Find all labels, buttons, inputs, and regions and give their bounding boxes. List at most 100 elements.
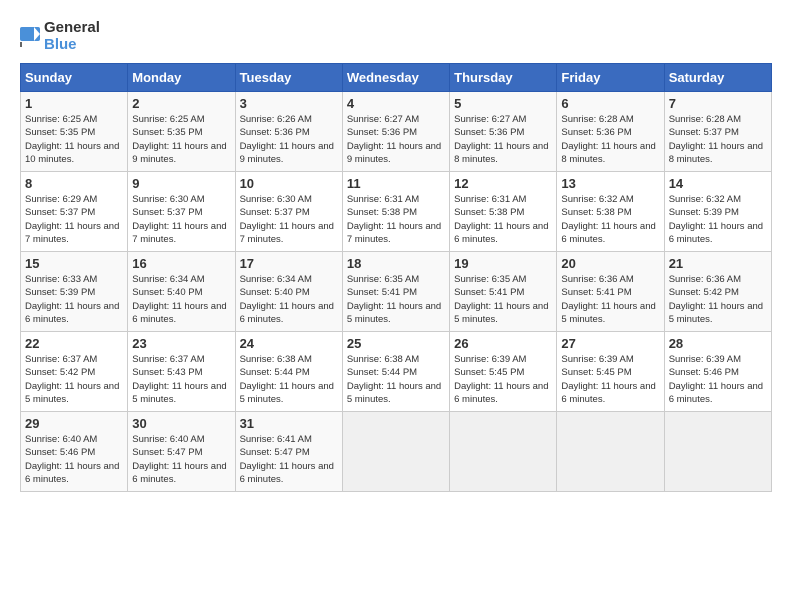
day-info: Sunrise: 6:38 AM Sunset: 5:44 PM Dayligh… — [240, 353, 338, 406]
day-number: 19 — [454, 256, 552, 271]
day-info: Sunrise: 6:35 AM Sunset: 5:41 PM Dayligh… — [454, 273, 552, 326]
weekday-header-row: SundayMondayTuesdayWednesdayThursdayFrid… — [21, 64, 772, 92]
calendar-cell: 2 Sunrise: 6:25 AM Sunset: 5:35 PM Dayli… — [128, 92, 235, 172]
day-info: Sunrise: 6:39 AM Sunset: 5:46 PM Dayligh… — [669, 353, 767, 406]
day-number: 10 — [240, 176, 338, 191]
day-info: Sunrise: 6:37 AM Sunset: 5:43 PM Dayligh… — [132, 353, 230, 406]
calendar-cell: 29 Sunrise: 6:40 AM Sunset: 5:46 PM Dayl… — [21, 412, 128, 492]
day-number: 14 — [669, 176, 767, 191]
calendar-cell: 19 Sunrise: 6:35 AM Sunset: 5:41 PM Dayl… — [450, 252, 557, 332]
calendar-week-row: 1 Sunrise: 6:25 AM Sunset: 5:35 PM Dayli… — [21, 92, 772, 172]
day-number: 27 — [561, 336, 659, 351]
day-number: 13 — [561, 176, 659, 191]
calendar-cell: 11 Sunrise: 6:31 AM Sunset: 5:38 PM Dayl… — [342, 172, 449, 252]
day-info: Sunrise: 6:31 AM Sunset: 5:38 PM Dayligh… — [454, 193, 552, 246]
calendar-cell: 3 Sunrise: 6:26 AM Sunset: 5:36 PM Dayli… — [235, 92, 342, 172]
calendar-table: SundayMondayTuesdayWednesdayThursdayFrid… — [20, 63, 772, 492]
weekday-header: Sunday — [21, 64, 128, 92]
weekday-header: Thursday — [450, 64, 557, 92]
day-info: Sunrise: 6:33 AM Sunset: 5:39 PM Dayligh… — [25, 273, 123, 326]
calendar-cell: 26 Sunrise: 6:39 AM Sunset: 5:45 PM Dayl… — [450, 332, 557, 412]
calendar-cell: 28 Sunrise: 6:39 AM Sunset: 5:46 PM Dayl… — [664, 332, 771, 412]
day-info: Sunrise: 6:40 AM Sunset: 5:46 PM Dayligh… — [25, 433, 123, 486]
day-info: Sunrise: 6:34 AM Sunset: 5:40 PM Dayligh… — [132, 273, 230, 326]
day-number: 11 — [347, 176, 445, 191]
logo-text: GeneralBlue — [44, 20, 100, 53]
calendar-cell: 15 Sunrise: 6:33 AM Sunset: 5:39 PM Dayl… — [21, 252, 128, 332]
calendar-cell: 22 Sunrise: 6:37 AM Sunset: 5:42 PM Dayl… — [21, 332, 128, 412]
weekday-header: Tuesday — [235, 64, 342, 92]
day-number: 1 — [25, 96, 123, 111]
day-number: 30 — [132, 416, 230, 431]
day-number: 5 — [454, 96, 552, 111]
day-number: 21 — [669, 256, 767, 271]
day-info: Sunrise: 6:28 AM Sunset: 5:37 PM Dayligh… — [669, 113, 767, 166]
weekday-header: Friday — [557, 64, 664, 92]
calendar-cell: 8 Sunrise: 6:29 AM Sunset: 5:37 PM Dayli… — [21, 172, 128, 252]
calendar-cell — [342, 412, 449, 492]
day-number: 25 — [347, 336, 445, 351]
day-number: 17 — [240, 256, 338, 271]
calendar-cell: 21 Sunrise: 6:36 AM Sunset: 5:42 PM Dayl… — [664, 252, 771, 332]
day-number: 12 — [454, 176, 552, 191]
calendar-cell — [557, 412, 664, 492]
day-info: Sunrise: 6:30 AM Sunset: 5:37 PM Dayligh… — [132, 193, 230, 246]
day-number: 6 — [561, 96, 659, 111]
calendar-cell: 4 Sunrise: 6:27 AM Sunset: 5:36 PM Dayli… — [342, 92, 449, 172]
day-number: 18 — [347, 256, 445, 271]
day-info: Sunrise: 6:27 AM Sunset: 5:36 PM Dayligh… — [454, 113, 552, 166]
day-info: Sunrise: 6:36 AM Sunset: 5:42 PM Dayligh… — [669, 273, 767, 326]
calendar-cell: 23 Sunrise: 6:37 AM Sunset: 5:43 PM Dayl… — [128, 332, 235, 412]
day-info: Sunrise: 6:28 AM Sunset: 5:36 PM Dayligh… — [561, 113, 659, 166]
logo-flag-icon — [20, 27, 40, 47]
calendar-week-row: 8 Sunrise: 6:29 AM Sunset: 5:37 PM Dayli… — [21, 172, 772, 252]
calendar-cell: 18 Sunrise: 6:35 AM Sunset: 5:41 PM Dayl… — [342, 252, 449, 332]
calendar-cell: 9 Sunrise: 6:30 AM Sunset: 5:37 PM Dayli… — [128, 172, 235, 252]
day-info: Sunrise: 6:36 AM Sunset: 5:41 PM Dayligh… — [561, 273, 659, 326]
day-info: Sunrise: 6:25 AM Sunset: 5:35 PM Dayligh… — [132, 113, 230, 166]
day-number: 9 — [132, 176, 230, 191]
day-info: Sunrise: 6:34 AM Sunset: 5:40 PM Dayligh… — [240, 273, 338, 326]
day-info: Sunrise: 6:40 AM Sunset: 5:47 PM Dayligh… — [132, 433, 230, 486]
day-info: Sunrise: 6:26 AM Sunset: 5:36 PM Dayligh… — [240, 113, 338, 166]
calendar-cell — [664, 412, 771, 492]
day-number: 29 — [25, 416, 123, 431]
day-number: 15 — [25, 256, 123, 271]
calendar-cell: 14 Sunrise: 6:32 AM Sunset: 5:39 PM Dayl… — [664, 172, 771, 252]
calendar-week-row: 22 Sunrise: 6:37 AM Sunset: 5:42 PM Dayl… — [21, 332, 772, 412]
calendar-cell: 20 Sunrise: 6:36 AM Sunset: 5:41 PM Dayl… — [557, 252, 664, 332]
weekday-header: Saturday — [664, 64, 771, 92]
calendar-cell: 6 Sunrise: 6:28 AM Sunset: 5:36 PM Dayli… — [557, 92, 664, 172]
day-number: 24 — [240, 336, 338, 351]
day-info: Sunrise: 6:41 AM Sunset: 5:47 PM Dayligh… — [240, 433, 338, 486]
page-header: GeneralBlue — [20, 20, 772, 53]
weekday-header: Wednesday — [342, 64, 449, 92]
day-info: Sunrise: 6:25 AM Sunset: 5:35 PM Dayligh… — [25, 113, 123, 166]
calendar-week-row: 15 Sunrise: 6:33 AM Sunset: 5:39 PM Dayl… — [21, 252, 772, 332]
day-info: Sunrise: 6:32 AM Sunset: 5:39 PM Dayligh… — [669, 193, 767, 246]
logo: GeneralBlue — [20, 20, 100, 53]
calendar-cell: 7 Sunrise: 6:28 AM Sunset: 5:37 PM Dayli… — [664, 92, 771, 172]
calendar-cell: 13 Sunrise: 6:32 AM Sunset: 5:38 PM Dayl… — [557, 172, 664, 252]
day-info: Sunrise: 6:30 AM Sunset: 5:37 PM Dayligh… — [240, 193, 338, 246]
calendar-week-row: 29 Sunrise: 6:40 AM Sunset: 5:46 PM Dayl… — [21, 412, 772, 492]
day-number: 16 — [132, 256, 230, 271]
day-number: 7 — [669, 96, 767, 111]
day-number: 2 — [132, 96, 230, 111]
calendar-cell: 31 Sunrise: 6:41 AM Sunset: 5:47 PM Dayl… — [235, 412, 342, 492]
calendar-cell: 16 Sunrise: 6:34 AM Sunset: 5:40 PM Dayl… — [128, 252, 235, 332]
day-info: Sunrise: 6:37 AM Sunset: 5:42 PM Dayligh… — [25, 353, 123, 406]
calendar-cell: 17 Sunrise: 6:34 AM Sunset: 5:40 PM Dayl… — [235, 252, 342, 332]
day-info: Sunrise: 6:27 AM Sunset: 5:36 PM Dayligh… — [347, 113, 445, 166]
calendar-cell: 25 Sunrise: 6:38 AM Sunset: 5:44 PM Dayl… — [342, 332, 449, 412]
calendar-cell — [450, 412, 557, 492]
day-number: 26 — [454, 336, 552, 351]
logo-container: GeneralBlue — [20, 20, 100, 53]
day-number: 4 — [347, 96, 445, 111]
day-number: 31 — [240, 416, 338, 431]
calendar-cell: 27 Sunrise: 6:39 AM Sunset: 5:45 PM Dayl… — [557, 332, 664, 412]
calendar-cell: 5 Sunrise: 6:27 AM Sunset: 5:36 PM Dayli… — [450, 92, 557, 172]
day-number: 8 — [25, 176, 123, 191]
day-number: 28 — [669, 336, 767, 351]
day-number: 22 — [25, 336, 123, 351]
